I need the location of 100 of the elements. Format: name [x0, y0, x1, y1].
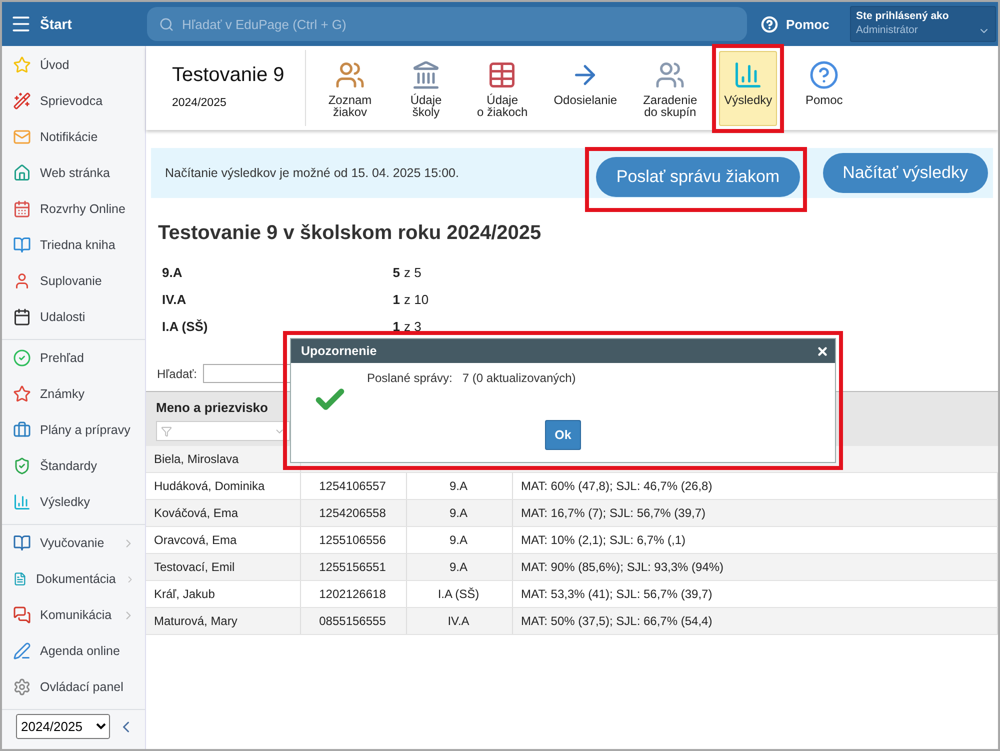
wand-icon	[13, 92, 31, 110]
message-value: 7 (0 aktualizovaných)	[462, 371, 576, 387]
user-menu[interactable]: Ste prihlásený ako Administrátor	[850, 6, 996, 42]
filter-icon	[161, 426, 172, 436]
bars-icon	[13, 493, 31, 511]
sidebar-item[interactable]: Rozvrhy Online	[2, 191, 145, 227]
sidebar-item[interactable]: Web stránka	[2, 155, 145, 191]
table-cell: Oravcová, Ema	[146, 527, 301, 553]
sidebar-item[interactable]: Suplovanie	[2, 263, 145, 299]
table-cell: 9.A	[407, 554, 513, 580]
sidebar-item[interactable]: Komunikácia	[2, 597, 145, 633]
document-icon	[13, 570, 27, 588]
class-total: z 10	[404, 292, 430, 307]
class-name: 9.A	[162, 265, 184, 280]
ok-button[interactable]: Ok	[545, 420, 581, 450]
table-cell: 1255106556	[301, 527, 407, 553]
star-icon	[13, 56, 31, 74]
user-caption: Ste prihlásený ako	[856, 10, 950, 22]
table-cell: Kováčová, Ema	[146, 500, 301, 526]
sidebar-item[interactable]: Štandardy	[2, 448, 145, 484]
info-message: Načítanie výsledkov je možné od 15. 04. 2025 15:00.	[165, 166, 460, 180]
class-count: 1	[392, 292, 400, 307]
book-icon	[13, 236, 31, 254]
user-role: Administrátor	[856, 24, 918, 36]
table-cell: Maturová, Mary	[146, 608, 301, 634]
search-label: Hľadať:	[157, 366, 198, 380]
gear-icon	[13, 678, 31, 696]
sidebar-item[interactable]: Prehľad	[2, 340, 145, 376]
class-count: 5	[392, 265, 400, 280]
table-cell: Kráľ, Jakub	[146, 581, 301, 607]
toolbar-button[interactable]: Údaje o žiakoch	[473, 50, 532, 126]
table-cell: MAT: 50% (37,5); SJL: 66,7% (54,4)	[513, 608, 998, 634]
table-cell: MAT: 16,7% (7); SJL: 56,7% (39,7)	[513, 500, 998, 526]
students-icon	[335, 60, 365, 90]
sidebar-item[interactable]: Ovládací panel	[2, 669, 145, 705]
toolbar-button[interactable]: Zoznam žiakov	[321, 50, 379, 126]
menu-button[interactable]: Štart	[2, 2, 147, 46]
grid-icon	[13, 200, 31, 218]
close-icon[interactable]	[816, 344, 829, 358]
school-year: 2024/2025	[172, 97, 228, 109]
toolbar-button[interactable]: Výsledky	[719, 50, 778, 126]
search-icon	[159, 17, 174, 32]
class-count: 1	[392, 319, 400, 334]
sidebar-item[interactable]: Vyučovanie	[2, 525, 145, 561]
sidebar-item[interactable]: Triedna kniha	[2, 227, 145, 263]
check-icon	[13, 349, 31, 367]
class-name: I.A (SŠ)	[162, 319, 209, 334]
mail-icon	[13, 128, 31, 146]
toolbar-button[interactable]: Odosielanie	[550, 50, 622, 126]
table-cell: 0855156555	[301, 608, 407, 634]
table-cell: MAT: 53,3% (41); SJL: 56,7% (39,7)	[513, 581, 998, 607]
sidebar-item[interactable]: Notifikácie	[2, 119, 145, 155]
pen-icon	[13, 642, 31, 660]
sidebar-item[interactable]: Udalosti	[2, 299, 145, 335]
sidebar-item[interactable]: Výsledky	[2, 484, 145, 520]
dialog-title: Upozornenie	[301, 344, 377, 358]
sidebar-item[interactable]: Plány a prípravy	[2, 412, 145, 448]
sidebar-item[interactable]: Dokumentácia	[2, 561, 145, 597]
table-cell: Hudáková, Dominika	[146, 473, 301, 499]
school-icon	[411, 60, 441, 90]
table-cell: MAT: 90% (85,6%); SJL: 93,3% (94%)	[513, 554, 998, 580]
briefcase-icon	[13, 421, 31, 439]
person-icon	[13, 272, 31, 290]
search-field[interactable]: Hľadať v EduPage (Ctrl + G)	[147, 7, 747, 41]
table-cell: 1254206558	[301, 500, 407, 526]
sidebar-item[interactable]: Sprievodca	[2, 83, 145, 119]
class-total: z 5	[404, 265, 422, 280]
year-select[interactable]: 2024/2025	[16, 714, 110, 739]
toolbar-button[interactable]: Údaje školy	[397, 50, 455, 126]
sidebar-item[interactable]: Známky	[2, 376, 145, 412]
results-heading: Testovanie 9 v školskom roku 2024/2025	[158, 222, 542, 245]
groups-icon	[655, 60, 686, 90]
table-cell: 9.A	[407, 527, 513, 553]
table-cell: 1254106557	[301, 473, 407, 499]
toolbar-button[interactable]: Pomoc	[795, 50, 854, 126]
send-message-button[interactable]: Poslať správu žiakom	[596, 156, 800, 196]
table-cell: I.A (SŠ)	[407, 581, 513, 607]
table-cell: MAT: 60% (47,8); SJL: 46,7% (26,8)	[513, 473, 998, 499]
shield-icon	[13, 457, 31, 475]
table-cell: 9.A	[407, 473, 513, 499]
sidebar-item[interactable]: Úvod	[2, 47, 145, 83]
sidebar-item[interactable]: Agenda online	[2, 633, 145, 669]
help-icon	[809, 60, 840, 90]
home-icon	[13, 164, 31, 182]
bars-icon	[733, 60, 764, 90]
openbook-icon	[13, 534, 31, 552]
toolbar-button[interactable]: Zaradenie do skupín	[639, 50, 702, 126]
chat-icon	[13, 606, 31, 624]
table-icon	[487, 60, 518, 90]
message-label: Poslané správy:	[367, 371, 452, 387]
filter-field[interactable]	[156, 421, 290, 441]
help-link[interactable]: Pomoc	[761, 16, 841, 32]
table-cell: Testovací, Emil	[146, 554, 301, 580]
class-total: z 3	[404, 319, 422, 334]
load-results-button[interactable]: Načítať výsledky	[822, 153, 988, 193]
table-cell: 1202126618	[301, 581, 407, 607]
table-cell: MAT: 10% (2,1); SJL: 6,7% (,1)	[513, 527, 998, 553]
calendar-icon	[13, 308, 31, 326]
test-title: Testovanie 9	[172, 64, 286, 87]
class-name: IV.A	[162, 292, 188, 307]
